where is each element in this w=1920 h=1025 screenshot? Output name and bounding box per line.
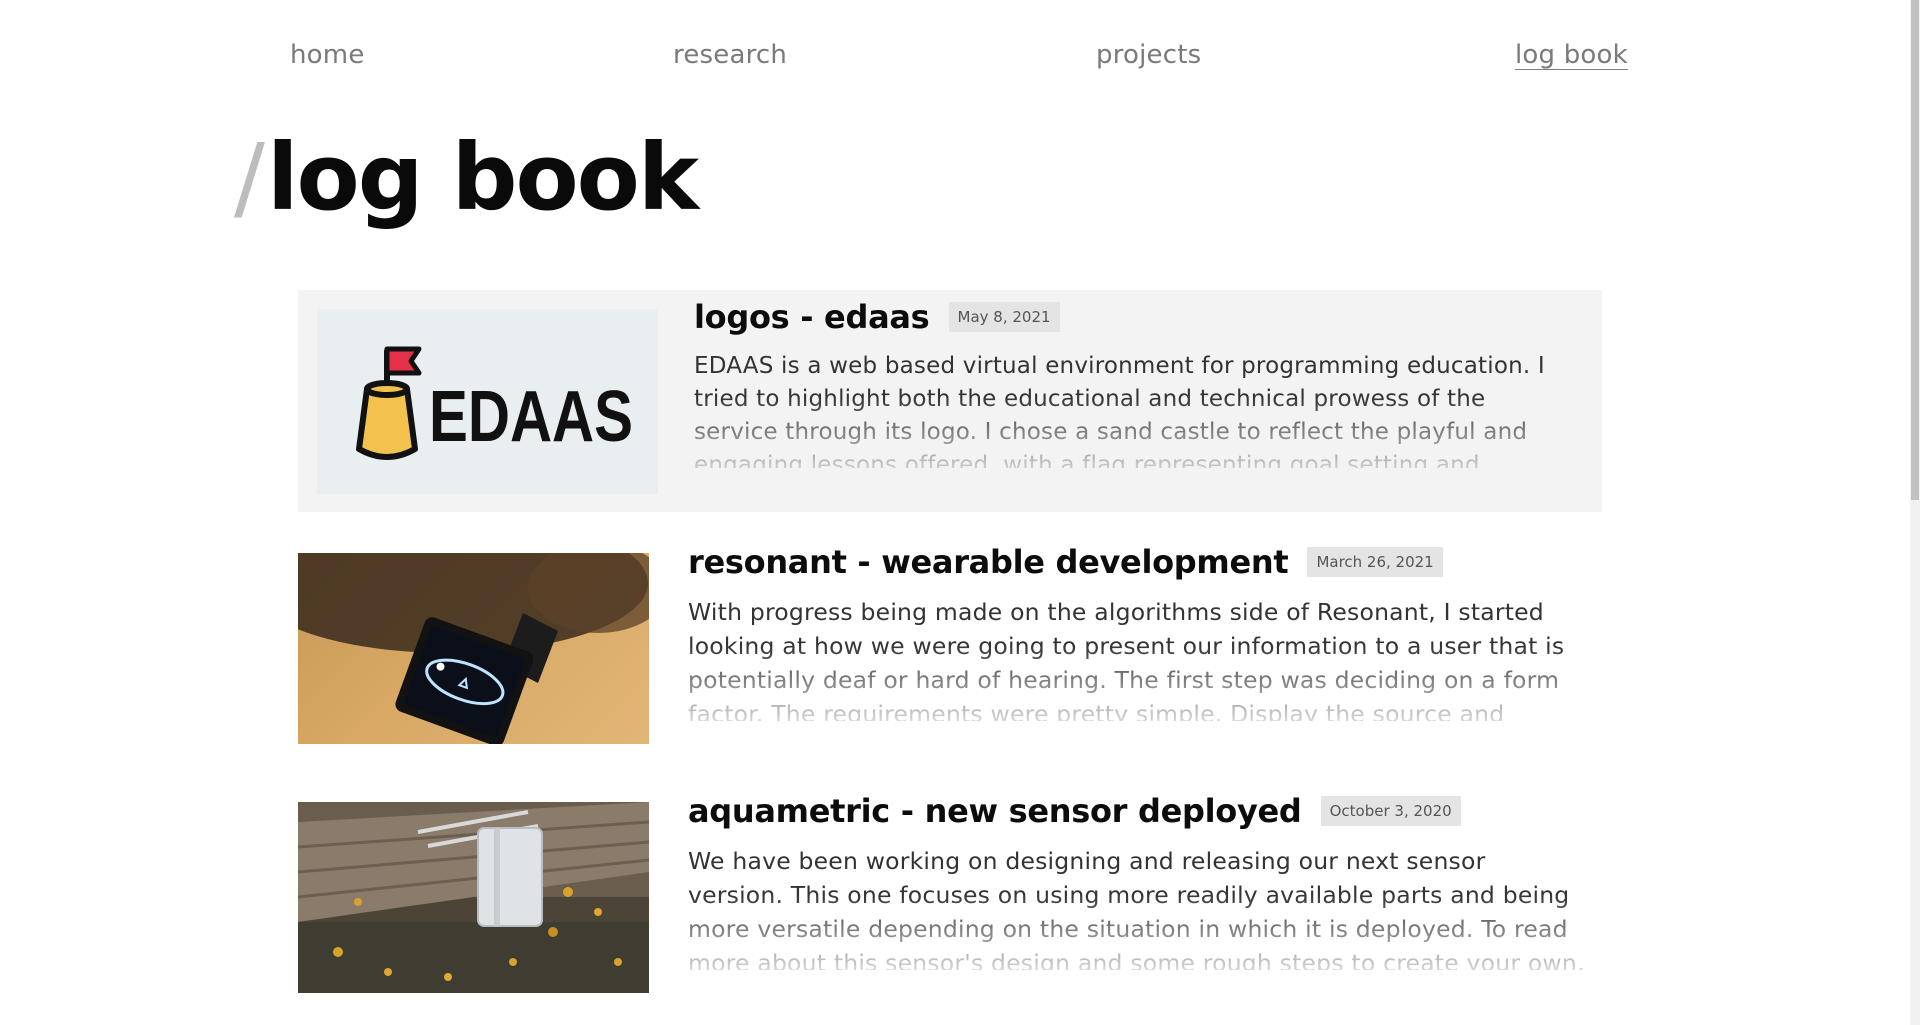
nav-logbook-link[interactable]: log book	[1515, 40, 1628, 70]
entry-date-badge: May 8, 2021	[948, 302, 1060, 332]
nav-projects-link[interactable]: projects	[1096, 40, 1201, 70]
entry-excerpt: We have been working on designing and re…	[688, 847, 1585, 970]
log-entry-aquametric[interactable]: aquametric - new sensor deployed October…	[298, 792, 1602, 994]
entry-header: logos - edaas May 8, 2021	[694, 298, 1564, 336]
entry-excerpt: With progress being made on the algorith…	[688, 598, 1565, 721]
edaas-logo-icon: EDAAS	[356, 346, 633, 460]
title-slash: /	[234, 124, 265, 231]
entry-excerpt: EDAAS is a web based virtual environment…	[694, 353, 1545, 468]
wearable-device-icon	[298, 553, 649, 744]
entry-thumbnail-sensor-photo[interactable]	[298, 802, 649, 993]
edaas-logo-text: EDAAS	[429, 377, 633, 457]
entry-header: aquametric - new sensor deployed October…	[688, 792, 1588, 830]
log-entry-edaas[interactable]: EDAAS logos - edaas May 8, 2021 EDAAS is…	[298, 290, 1602, 512]
nav-research-link[interactable]: research	[673, 40, 787, 70]
sensor-deployment-icon	[298, 802, 649, 993]
entry-title[interactable]: aquametric - new sensor deployed	[688, 792, 1302, 830]
entry-title[interactable]: resonant - wearable development	[688, 543, 1289, 581]
entry-date-badge: March 26, 2021	[1307, 547, 1443, 577]
entry-body: aquametric - new sensor deployed October…	[688, 792, 1588, 970]
page-title: /log book	[234, 118, 699, 238]
entry-body: logos - edaas May 8, 2021 EDAAS is a web…	[694, 298, 1564, 468]
main-nav: home research projects log book	[0, 40, 1920, 80]
page-title-text: log book	[267, 124, 699, 231]
entry-body: resonant - wearable development March 26…	[688, 543, 1588, 721]
log-entry-resonant[interactable]: resonant - wearable development March 26…	[298, 543, 1602, 745]
vertical-scrollbar[interactable]	[1910, 0, 1920, 1025]
entry-thumbnail-edaas-logo[interactable]: EDAAS	[317, 309, 658, 494]
entry-thumbnail-wearable-photo[interactable]	[298, 553, 649, 744]
entry-header: resonant - wearable development March 26…	[688, 543, 1588, 581]
entry-title[interactable]: logos - edaas	[694, 298, 930, 336]
nav-home-link[interactable]: home	[290, 40, 365, 70]
entry-date-badge: October 3, 2020	[1320, 796, 1461, 826]
scrollbar-thumb[interactable]	[1911, 0, 1919, 500]
